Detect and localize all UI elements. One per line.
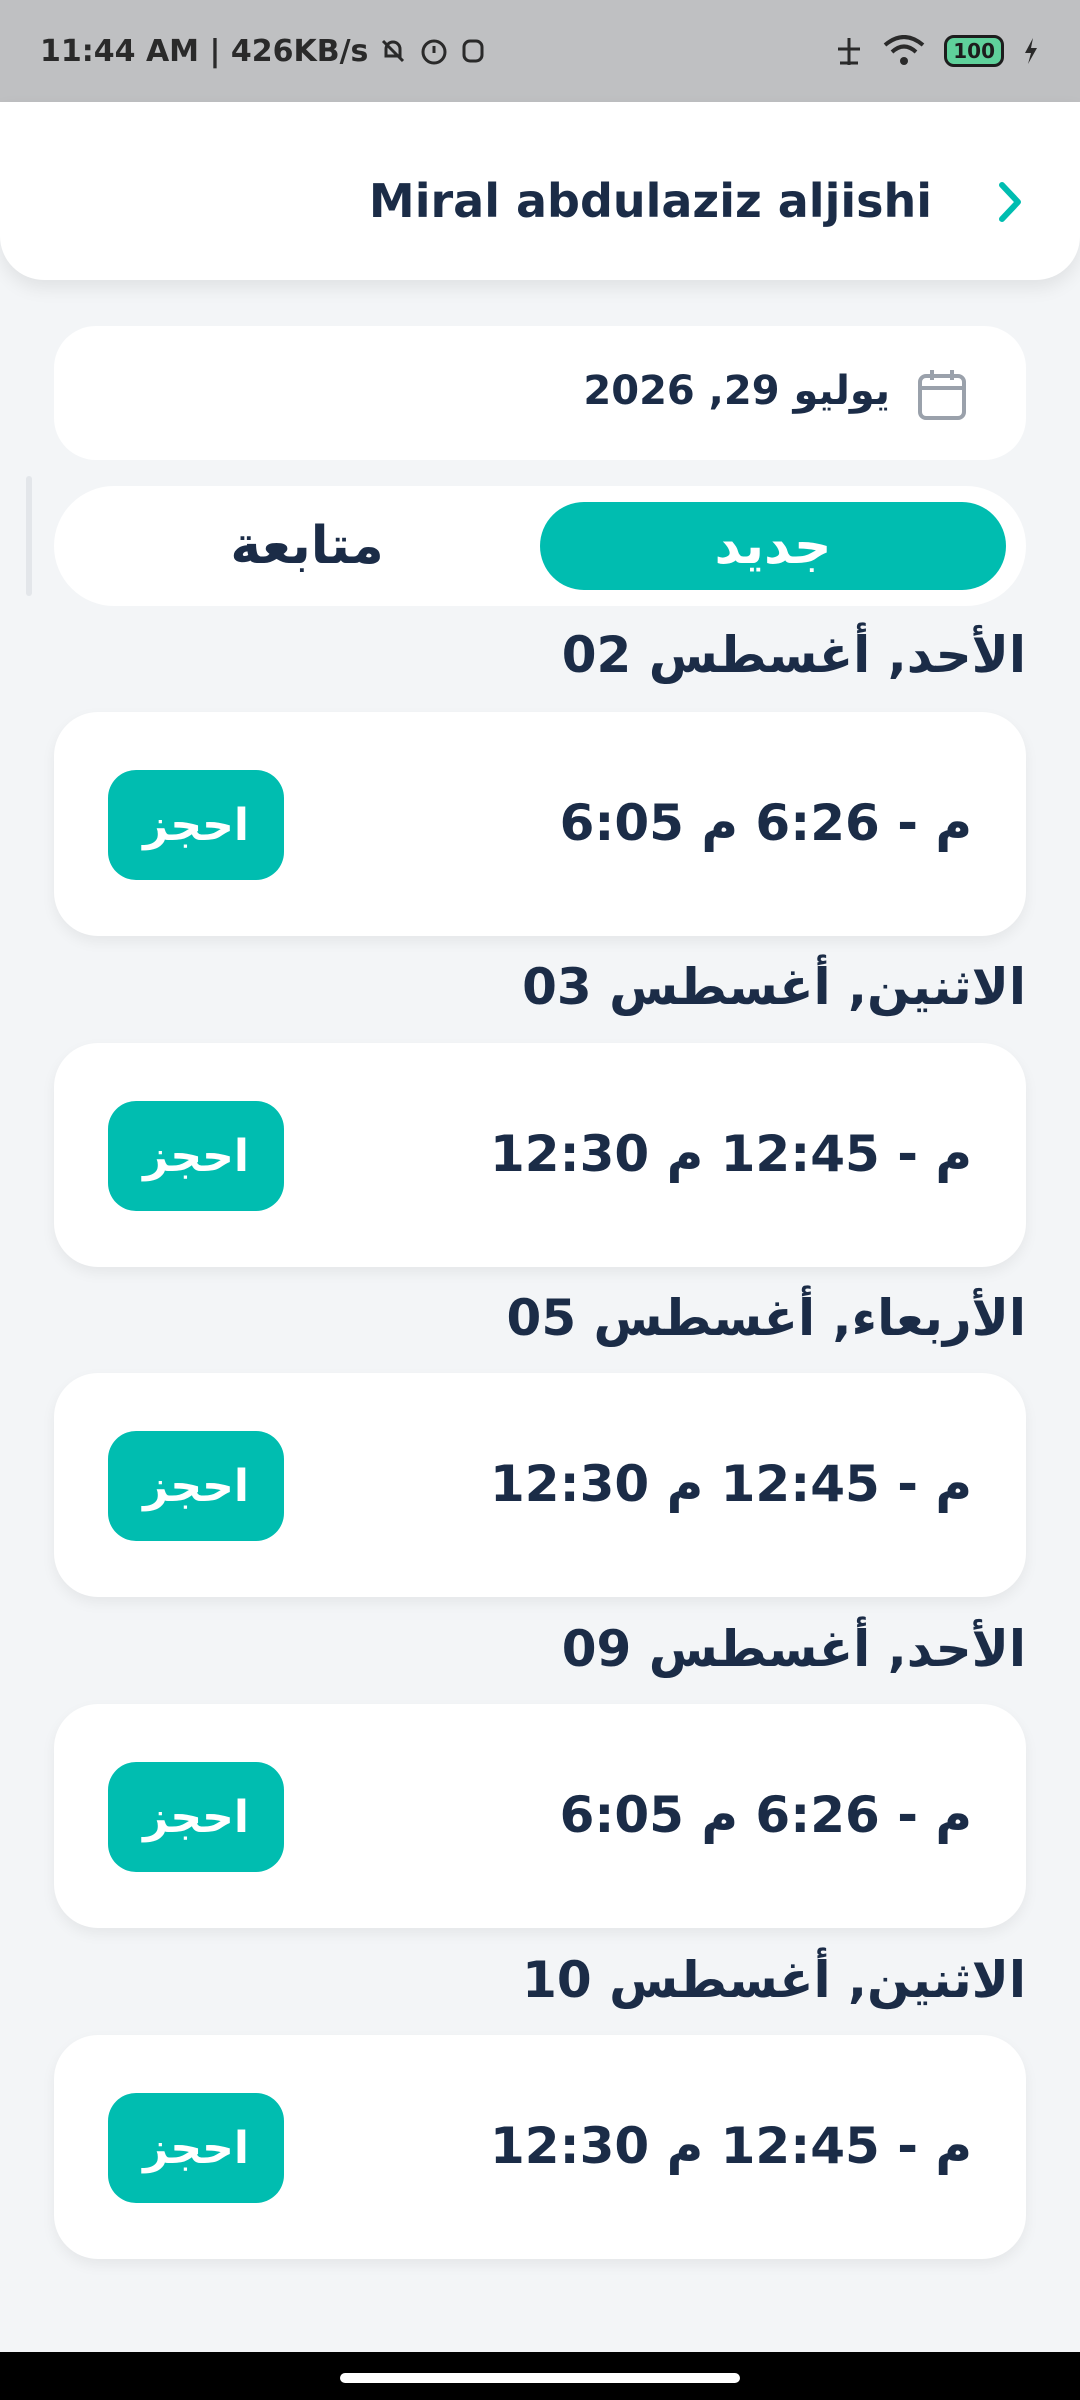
day-heading: الاثنين, أغسطس 10 <box>522 1951 1026 2009</box>
status-left: 11:44 AM | 426KB/s <box>40 34 486 69</box>
alarm-icon <box>421 39 447 65</box>
slot-time: 6:05 م - 6:26 م <box>559 1786 972 1844</box>
book-button[interactable]: احجز <box>108 1101 284 1211</box>
header: Miral abdulaziz aljishi <box>0 102 1080 280</box>
day-heading: الأحد, أغسطس 09 <box>561 1620 1026 1678</box>
time-slot-card: 12:30 م - 12:45 م احجز <box>54 1043 1026 1267</box>
slot-time: 6:05 م - 6:26 م <box>559 794 972 852</box>
day-heading: الأربعاء, أغسطس 05 <box>506 1289 1026 1347</box>
book-button[interactable]: احجز <box>108 770 284 880</box>
status-right: 100 <box>834 35 1040 67</box>
wifi-icon <box>883 35 925 65</box>
doctor-name: Miral abdulaziz aljishi <box>368 174 932 228</box>
book-button[interactable]: احجز <box>108 1762 284 1872</box>
visit-type-tabs: جديد متابعة <box>54 486 1026 606</box>
status-time: 11:44 AM | 426KB/s <box>40 33 369 69</box>
mute-bell-icon <box>382 39 405 63</box>
slot-time: 12:30 م - 12:45 م <box>490 1455 972 1513</box>
calendar-icon <box>918 370 966 420</box>
chevron-right-icon[interactable] <box>980 172 1040 232</box>
date-picker[interactable]: يوليو 29, 2026 <box>54 326 1026 460</box>
signal-icon <box>838 38 861 65</box>
tab-follow-up[interactable]: متابعة <box>74 502 540 590</box>
book-button[interactable]: احجز <box>108 1431 284 1541</box>
time-slot-card: 6:05 م - 6:26 م احجز <box>54 1704 1026 1928</box>
battery-icon: 100 <box>944 35 1004 67</box>
time-slot-card: 12:30 م - 12:45 م احجز <box>54 1373 1026 1597</box>
time-slot-card: 12:30 م - 12:45 م احجز <box>54 2035 1026 2259</box>
slot-time: 12:30 م - 12:45 م <box>490 2117 972 2175</box>
home-indicator[interactable] <box>340 2373 740 2383</box>
charging-icon <box>1025 38 1037 64</box>
tab-new[interactable]: جديد <box>540 502 1006 590</box>
time-slot-card: 6:05 م - 6:26 م احجز <box>54 712 1026 936</box>
status-bar: 11:44 AM | 426KB/s 100 <box>0 0 1080 102</box>
day-heading: الاثنين, أغسطس 03 <box>522 958 1026 1016</box>
date-value: يوليو 29, 2026 <box>583 368 890 414</box>
day-heading: الأحد, أغسطس 02 <box>561 626 1026 684</box>
app-icon <box>462 39 484 63</box>
slot-time: 12:30 م - 12:45 م <box>490 1125 972 1183</box>
book-button[interactable]: احجز <box>108 2093 284 2203</box>
scroll-indicator <box>26 476 32 596</box>
